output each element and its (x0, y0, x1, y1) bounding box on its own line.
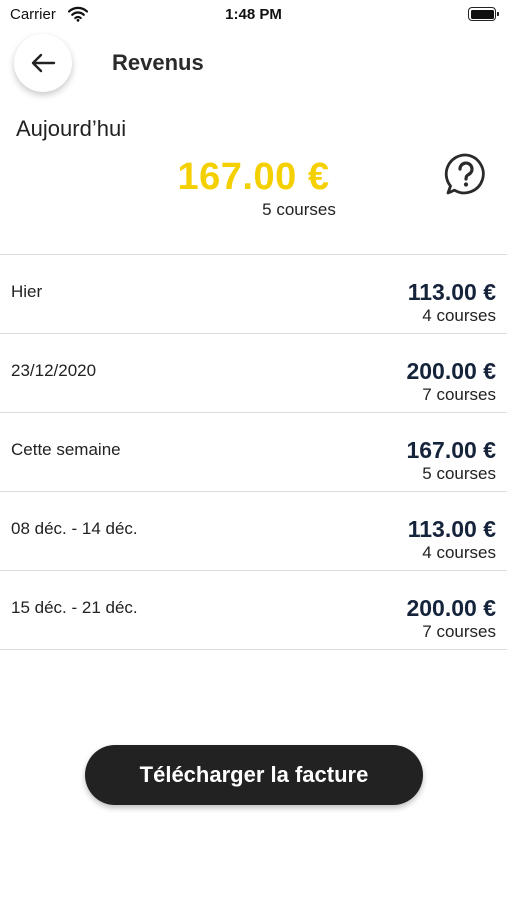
list-item[interactable]: 08 déc. - 14 déc. 113.00 € 4 courses (0, 492, 507, 571)
row-label: 08 déc. - 14 déc. (11, 519, 138, 538)
page-title: Revenus (112, 50, 204, 75)
row-label: 23/12/2020 (11, 361, 97, 380)
arrow-left-icon (31, 53, 56, 73)
row-amount: 200.00 € (406, 358, 496, 384)
row-count: 4 courses (422, 543, 496, 562)
back-button[interactable] (14, 34, 72, 92)
list-item[interactable]: Cette semaine 167.00 € 5 courses (0, 413, 507, 492)
row-count: 7 courses (422, 385, 496, 404)
earnings-list: Hier 113.00 € 4 courses 23/12/2020 200.0… (0, 254, 507, 650)
question-bubble-icon[interactable] (444, 152, 488, 196)
today-count: 5 courses (262, 200, 336, 219)
row-amount: 113.00 € (407, 516, 496, 542)
list-item[interactable]: 15 déc. - 21 déc. 200.00 € 7 courses (0, 571, 507, 650)
battery-icon (468, 7, 499, 21)
download-invoice-button[interactable]: Télécharger la facture (85, 745, 423, 805)
list-item[interactable]: 23/12/2020 200.00 € 7 courses (0, 334, 507, 413)
today-amount: 167.00 € (177, 156, 330, 198)
row-count: 4 courses (422, 306, 496, 325)
row-label: Cette semaine (11, 440, 121, 459)
status-bar: Carrier 1:48 PM (0, 0, 507, 30)
row-label: 15 déc. - 21 déc. (11, 598, 138, 617)
row-amount: 167.00 € (406, 437, 496, 463)
row-amount: 113.00 € (407, 279, 496, 305)
row-amount: 200.00 € (406, 595, 496, 621)
row-label: Hier (11, 282, 43, 301)
status-time: 1:48 PM (225, 6, 282, 23)
today-label: Aujourd’hui (16, 116, 127, 141)
list-item[interactable]: Hier 113.00 € 4 courses (0, 255, 507, 334)
row-count: 5 courses (422, 464, 496, 483)
row-count: 7 courses (422, 622, 496, 641)
